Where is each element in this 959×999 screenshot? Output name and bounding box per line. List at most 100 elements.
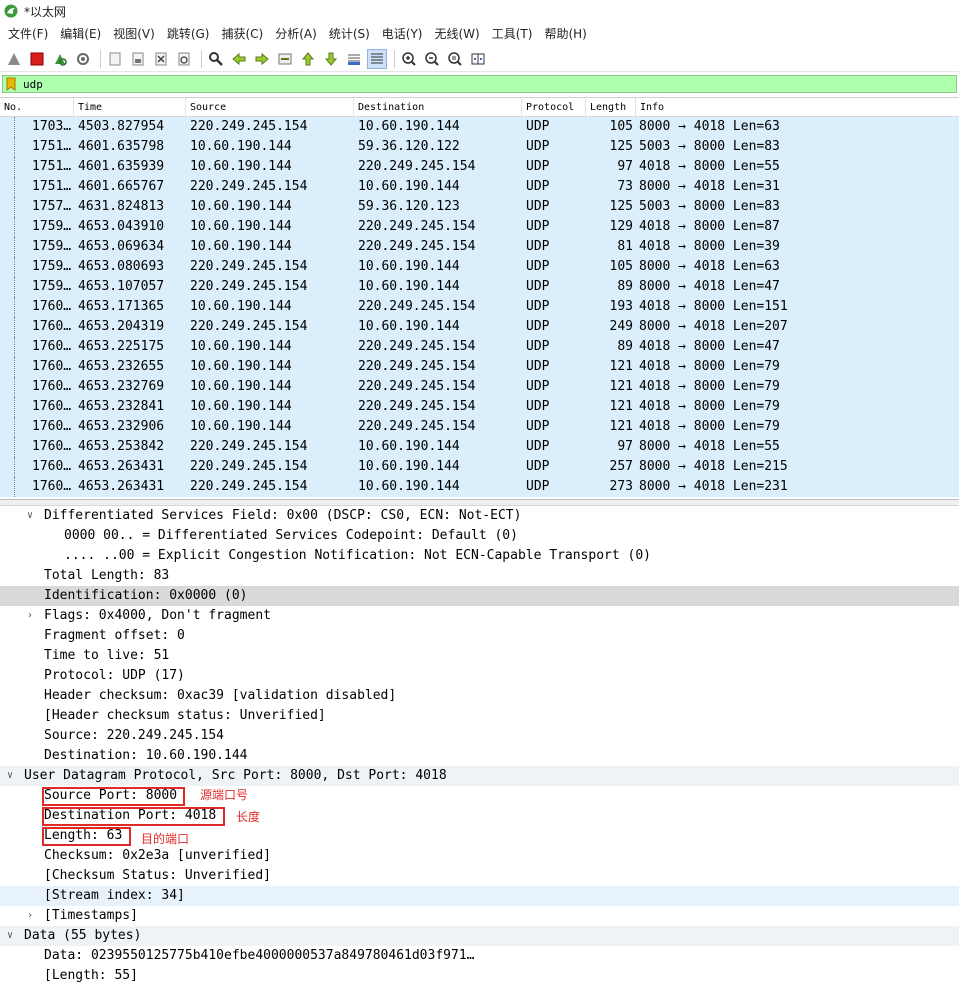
column-no[interactable]: No. [0, 98, 74, 117]
open-file-button[interactable] [105, 49, 125, 69]
packet-row[interactable]: 1760… 4653.204319 220.249.245.154 10.60.190… [0, 317, 959, 337]
reload-file-button[interactable] [174, 49, 194, 69]
cell-no: 1760… [32, 479, 72, 494]
chevron-down-icon[interactable]: ∨ [24, 506, 36, 526]
go-to-packet-button[interactable] [275, 49, 295, 69]
menu-edit[interactable]: 编辑(E) [54, 23, 107, 45]
detail-row[interactable]: [Checksum Status: Unverified] [0, 866, 959, 886]
find-packet-button[interactable] [206, 49, 226, 69]
menu-analyze[interactable]: 分析(A) [269, 23, 323, 45]
capture-options-button[interactable] [73, 49, 93, 69]
menu-capture[interactable]: 捕获(C) [215, 23, 269, 45]
detail-row[interactable]: Data: 0239550125775b410efbe4000000537a84… [0, 946, 959, 966]
column-info[interactable]: Info [636, 98, 959, 117]
detail-row[interactable]: ∨ Differentiated Services Field: 0x00 (DS… [0, 506, 959, 526]
go-last-packet-button[interactable] [321, 49, 341, 69]
column-source[interactable]: Source [186, 98, 354, 117]
auto-scroll-icon [348, 54, 360, 65]
packet-row[interactable]: 1760… 4653.232906 10.60.190.144 220.249.245… [0, 417, 959, 437]
close-file-button[interactable] [151, 49, 171, 69]
detail-row[interactable]: Identification: 0x0000 (0) [0, 586, 959, 606]
menu-wireless[interactable]: 无线(W) [429, 23, 486, 45]
cell-no: 1760… [32, 359, 72, 374]
packet-row[interactable]: 1760… 4653.263431 220.249.245.154 10.60.190… [0, 477, 959, 497]
detail-row[interactable]: Destination: 10.60.190.144 [0, 746, 959, 766]
packet-row[interactable]: 1760… 4653.232769 10.60.190.144 220.249.245… [0, 377, 959, 397]
menu-file[interactable]: 文件(F) [2, 23, 54, 45]
detail-row[interactable]: Checksum: 0x2e3a [unverified] [0, 846, 959, 866]
detail-row[interactable]: Header checksum: 0xac39 [validation disa… [0, 686, 959, 706]
packet-row[interactable]: 1759… 4653.080693 220.249.245.154 10.60.190… [0, 257, 959, 277]
packet-row[interactable]: 1759… 4653.043910 10.60.190.144 220.249.245… [0, 217, 959, 237]
detail-row[interactable]: ∨ Data (55 bytes) [0, 926, 959, 946]
display-filter-bar[interactable]: udp [2, 75, 957, 93]
packet-row[interactable]: 1751… 4601.665767 220.249.245.154 10.60.190… [0, 177, 959, 197]
cell-time: 4653.225175 [78, 339, 165, 354]
colorize-button[interactable] [367, 48, 387, 69]
detail-row[interactable]: [Length: 55] [0, 966, 959, 986]
menu-view[interactable]: 视图(V) [107, 23, 161, 45]
detail-row[interactable]: ∨ User Datagram Protocol, Src Port: 8000,… [0, 766, 959, 786]
menu-statistics[interactable]: 统计(S) [323, 23, 376, 45]
detail-row[interactable]: .... ..00 = Explicit Congestion Notifica… [0, 546, 959, 566]
menu-help[interactable]: 帮助(H) [538, 23, 592, 45]
save-file-button[interactable] [128, 49, 148, 69]
menu-tools[interactable]: 工具(T) [486, 23, 539, 45]
go-forward-button[interactable] [252, 49, 272, 69]
chevron-right-icon[interactable]: › [24, 606, 36, 626]
column-time[interactable]: Time [74, 98, 186, 117]
zoom-in-button[interactable] [399, 49, 419, 69]
detail-row[interactable]: [Stream index: 34] [0, 886, 959, 906]
auto-scroll-button[interactable] [344, 49, 364, 69]
arrow-right-icon [255, 52, 269, 65]
start-capture-button[interactable] [4, 49, 24, 69]
detail-row[interactable]: 0000 00.. = Differentiated Services Code… [0, 526, 959, 546]
packet-list-body: 1703… 4503.827954 220.249.245.154 10.60.190… [0, 117, 959, 497]
detail-row[interactable]: › Flags: 0x4000, Don't fragment [0, 606, 959, 626]
column-length[interactable]: Length [586, 98, 636, 117]
normal-size-button[interactable] [445, 49, 465, 69]
related-packet-line [14, 157, 15, 177]
detail-row[interactable]: Fragment offset: 0 [0, 626, 959, 646]
chevron-right-icon[interactable]: › [24, 906, 36, 926]
packet-row[interactable]: 1759… 4653.107057 220.249.245.154 10.60.190… [0, 277, 959, 297]
go-first-packet-button[interactable] [298, 49, 318, 69]
detail-row[interactable]: › [Timestamps] [0, 906, 959, 926]
menu-go[interactable]: 跳转(G) [161, 23, 216, 45]
packet-row[interactable]: 1760… 4653.232655 10.60.190.144 220.249.245… [0, 357, 959, 377]
pane-splitter[interactable] [0, 499, 959, 506]
related-packet-line [14, 217, 15, 237]
detail-row[interactable]: Total Length: 83 [0, 566, 959, 586]
cell-info: 4018 → 8000 Len=151 [639, 299, 788, 314]
detail-row[interactable]: Time to live: 51 [0, 646, 959, 666]
packet-row[interactable]: 1703… 4503.827954 220.249.245.154 10.60.190… [0, 117, 959, 137]
packet-row[interactable]: 1760… 4653.253842 220.249.245.154 10.60.190… [0, 437, 959, 457]
cell-source: 10.60.190.144 [190, 299, 292, 314]
display-filter-input[interactable]: udp [23, 78, 43, 91]
chevron-down-icon[interactable]: ∨ [4, 926, 16, 946]
packet-row[interactable]: 1757… 4631.824813 10.60.190.144 59.36.120.1… [0, 197, 959, 217]
related-packet-line [14, 197, 15, 217]
packet-row[interactable]: 1760… 4653.225175 10.60.190.144 220.249.245… [0, 337, 959, 357]
resize-columns-button[interactable] [468, 49, 488, 69]
zoom-out-button[interactable] [422, 49, 442, 69]
cell-info: 5003 → 8000 Len=83 [639, 199, 780, 214]
packet-row[interactable]: 1760… 4653.232841 10.60.190.144 220.249.245… [0, 397, 959, 417]
menu-telephony[interactable]: 电话(Y) [376, 23, 429, 45]
packet-row[interactable]: 1751… 4601.635798 10.60.190.144 59.36.120.1… [0, 137, 959, 157]
go-back-button[interactable] [229, 49, 249, 69]
column-destination[interactable]: Destination [354, 98, 522, 117]
packet-row[interactable]: 1760… 4653.263431 220.249.245.154 10.60.190… [0, 457, 959, 477]
restart-capture-button[interactable] [50, 49, 70, 69]
chevron-down-icon[interactable]: ∨ [4, 766, 16, 786]
bookmark-icon[interactable] [6, 77, 16, 91]
cell-time: 4653.171365 [78, 299, 165, 314]
packet-row[interactable]: 1751… 4601.635939 10.60.190.144 220.249.245… [0, 157, 959, 177]
cell-source: 10.60.190.144 [190, 159, 292, 174]
packet-row[interactable]: 1759… 4653.069634 10.60.190.144 220.249.245… [0, 237, 959, 257]
stop-capture-button[interactable] [27, 49, 47, 69]
detail-row[interactable]: [Header checksum status: Unverified] [0, 706, 959, 726]
detail-row[interactable]: Protocol: UDP (17) [0, 666, 959, 686]
detail-row[interactable]: Source: 220.249.245.154 [0, 726, 959, 746]
packet-row[interactable]: 1760… 4653.171365 10.60.190.144 220.249.245… [0, 297, 959, 317]
